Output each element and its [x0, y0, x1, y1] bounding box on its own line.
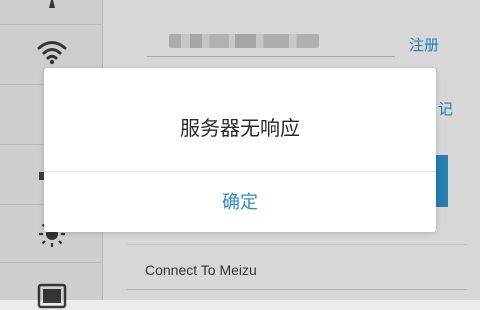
dialog-message: 服务器无响应 — [180, 118, 300, 140]
error-dialog: 服务器无响应 确定 — [44, 68, 436, 232]
confirm-button[interactable]: 确定 — [44, 172, 436, 232]
